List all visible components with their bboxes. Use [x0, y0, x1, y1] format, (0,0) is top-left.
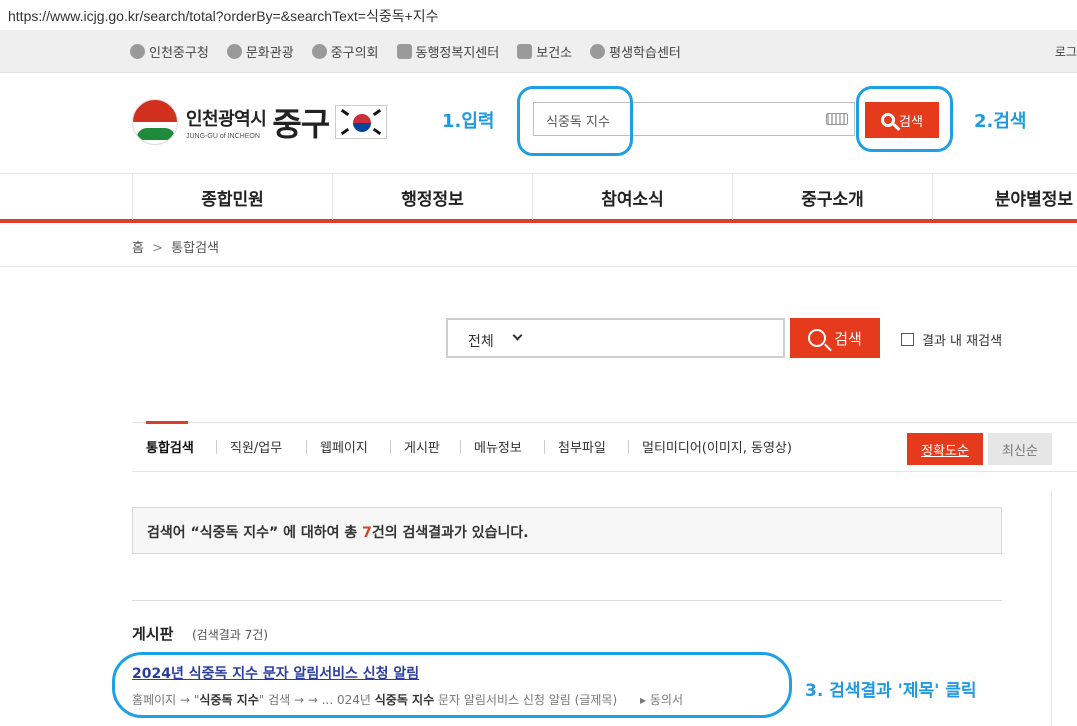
- breadcrumb-separator: >: [152, 241, 164, 256]
- gnb-item-civil[interactable]: 종합민원: [132, 174, 332, 220]
- chevron-down-icon: [512, 330, 523, 341]
- tab-all[interactable]: 통합검색: [146, 437, 194, 456]
- divider: [132, 600, 1002, 601]
- utility-link-label: 평생학습센터: [609, 46, 681, 61]
- breadcrumb-home[interactable]: 홈: [132, 241, 144, 256]
- research-checkbox[interactable]: [901, 333, 914, 346]
- utility-link-label: 중구의회: [330, 46, 379, 61]
- tab-separator: [544, 440, 545, 454]
- building-icon: [130, 44, 145, 59]
- summary-prefix: 검색어 “식중독 지수” 에 대하여 총: [147, 525, 363, 541]
- gnb-item-fields[interactable]: 분야별정보: [932, 174, 1077, 220]
- logo-gu: 중구: [272, 105, 330, 143]
- utility-links: 인천중구청 문화관광 중구의회 동행정복지센터 보건소 평생학습센터: [130, 42, 681, 61]
- tab-separator: [628, 440, 629, 454]
- tab-multimedia[interactable]: 멀티미디어(이미지, 동영상): [642, 437, 792, 456]
- main-search-input[interactable]: 전체: [446, 318, 785, 358]
- tab-staff[interactable]: 직원/업무: [230, 437, 282, 456]
- result-summary: 검색어 “식중독 지수” 에 대하여 총 7건의 검색결과가 있습니다.: [132, 507, 1002, 554]
- divider: [0, 266, 1077, 267]
- flower-icon: [226, 44, 242, 59]
- annotation-step3: 3. 검색결과 '제목' 클릭: [805, 681, 977, 701]
- gnb-item-admin[interactable]: 행정정보: [332, 174, 532, 220]
- logo-english: JUNG-GU of INCHEON: [186, 132, 260, 140]
- breadcrumb-current: 통합검색: [171, 241, 219, 256]
- site-logo[interactable]: 인천광역시 JUNG-GU of INCHEON 중구: [132, 99, 388, 145]
- section-title-board: 게시판: [132, 625, 174, 643]
- tab-menu[interactable]: 메뉴정보: [474, 437, 522, 456]
- summary-suffix: 건의 검색결과가 있습니다.: [371, 525, 529, 541]
- sort-latest-button[interactable]: 최신순: [988, 433, 1052, 465]
- utility-link-community-center[interactable]: 동행정복지센터: [396, 42, 500, 61]
- utility-link-label: 보건소: [536, 46, 573, 61]
- url-text: https://www.icjg.go.kr/search/total?orde…: [8, 8, 439, 24]
- office-icon: [396, 44, 412, 59]
- tab-webpage[interactable]: 웹페이지: [320, 437, 368, 456]
- research-option[interactable]: 결과 내 재검색: [901, 330, 1002, 349]
- tab-separator: [390, 440, 391, 454]
- annotation-ring-input: [517, 86, 633, 156]
- utility-bar: 인천중구청 문화관광 중구의회 동행정복지센터 보건소 평생학습센터 로그: [0, 30, 1077, 73]
- search-icon: [808, 329, 827, 347]
- breadcrumb: 홈 > 통합검색: [132, 237, 219, 256]
- gnb-item-participation[interactable]: 참여소식: [532, 174, 732, 220]
- research-label: 결과 내 재검색: [922, 334, 1003, 349]
- utility-link-label: 인천중구청: [149, 46, 209, 61]
- utility-link-label: 동행정복지센터: [415, 46, 500, 61]
- main-search-button[interactable]: 검색: [790, 318, 880, 358]
- utility-link-junggu[interactable]: 인천중구청: [130, 42, 209, 61]
- tab-separator: [216, 440, 217, 454]
- graduation-cap-icon: [590, 44, 606, 59]
- logo-text: 인천광역시 JUNG-GU of INCHEON: [186, 105, 267, 140]
- section-result-count: (검색결과 7건): [192, 628, 269, 642]
- login-link[interactable]: 로그: [1055, 43, 1077, 60]
- tab-attachment[interactable]: 첨부파일: [558, 437, 606, 456]
- logo-city: 인천광역시: [186, 108, 267, 130]
- utility-link-lifelong-learning[interactable]: 평생학습센터: [590, 42, 681, 61]
- annotation-step2: 2.검색: [974, 111, 1027, 132]
- annotation-ring-result: [112, 652, 792, 718]
- utility-link-culture[interactable]: 문화관광: [226, 42, 294, 61]
- gnb-item-about[interactable]: 중구소개: [732, 174, 932, 220]
- emblem-icon: [132, 99, 178, 145]
- utility-link-label: 문화관광: [245, 46, 294, 61]
- sort-accuracy-button[interactable]: 정확도순: [907, 433, 983, 465]
- main-search-button-label: 검색: [834, 329, 862, 348]
- tab-separator: [460, 440, 461, 454]
- summary-count: 7: [362, 525, 372, 541]
- active-tab-indicator: [146, 421, 188, 424]
- utility-link-council[interactable]: 중구의회: [311, 42, 379, 61]
- tab-separator: [306, 440, 307, 454]
- hospital-icon: [517, 44, 533, 59]
- keyboard-icon[interactable]: [826, 113, 848, 125]
- korean-flag-icon: [335, 105, 388, 139]
- search-scope-select[interactable]: 전체: [468, 331, 494, 351]
- annotation-ring-button: [856, 86, 953, 152]
- annotation-step1: 1.입력: [442, 111, 495, 132]
- council-icon: [311, 44, 327, 59]
- column-divider: [1051, 490, 1052, 726]
- main-navigation: 종합민원 행정정보 참여소식 중구소개 분야별정보: [0, 173, 1077, 223]
- address-bar[interactable]: https://www.icjg.go.kr/search/total?orde…: [0, 0, 1077, 30]
- tab-board[interactable]: 게시판: [404, 437, 440, 456]
- utility-link-health-center[interactable]: 보건소: [517, 42, 572, 61]
